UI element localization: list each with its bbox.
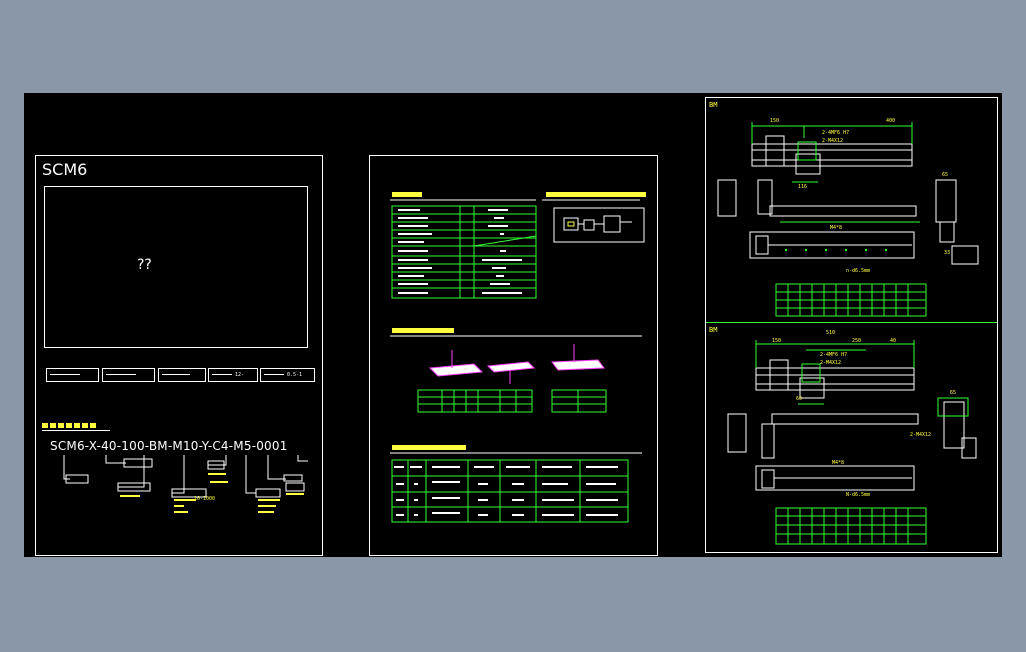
dim-bottom-mount-holes: N-d6.5mm bbox=[846, 492, 871, 498]
dim-top-thread: M4*8 bbox=[830, 225, 843, 231]
dim-bottom-holes: 2-4MF6 H7 bbox=[820, 352, 848, 358]
dim-bottom-screws: 2-M4X12 bbox=[820, 360, 842, 366]
dim-top-mount-holes: n-d6.5mm bbox=[846, 268, 871, 274]
specification-panel bbox=[369, 155, 658, 556]
drawing-sheet[interactable]: SCM6 ?? 12- 0.5-1 SCM6-X-40-100-BM-M10-Y… bbox=[24, 93, 1002, 557]
dim-bottom-side-screws: 2-M4X12 bbox=[910, 432, 932, 438]
specification-sheet bbox=[390, 192, 646, 523]
designation-underline bbox=[42, 430, 110, 431]
dim-bottom-250: 250 bbox=[852, 338, 862, 344]
dim-bottom-65: 65 bbox=[950, 390, 957, 396]
dim-bottom-40: 40 bbox=[890, 338, 897, 344]
dim-top-33: 33 bbox=[944, 250, 951, 256]
dim-bottom-60: 60 bbox=[796, 396, 803, 402]
dim-bottom-510: 510 bbox=[826, 330, 836, 336]
dimension-drawings-panel: BM BM 150 400 2-4MF6 H7 2-M4X12 116 M4*8… bbox=[705, 97, 998, 553]
dim-top-holes: 2-4MF6 H7 bbox=[822, 130, 850, 136]
dim-top-116: 116 bbox=[798, 184, 808, 190]
dim-top-65: 65 bbox=[942, 172, 949, 178]
dimension-drawings bbox=[717, 122, 979, 545]
dim-bottom-thread: M4*8 bbox=[832, 460, 845, 466]
dim-bottom-150: 150 bbox=[772, 338, 782, 344]
option-box-glyphs bbox=[50, 374, 284, 375]
model-code-callouts bbox=[63, 455, 308, 513]
dim-top-400: 400 bbox=[886, 118, 896, 124]
dim-top-screws: 2-M4X12 bbox=[822, 138, 844, 144]
dim-top-150: 150 bbox=[770, 118, 780, 124]
stroke-callout: 10-1000 bbox=[194, 496, 216, 502]
product-overview-panel: SCM6 ?? 12- 0.5-1 SCM6-X-40-100-BM-M10-Y… bbox=[35, 155, 323, 556]
